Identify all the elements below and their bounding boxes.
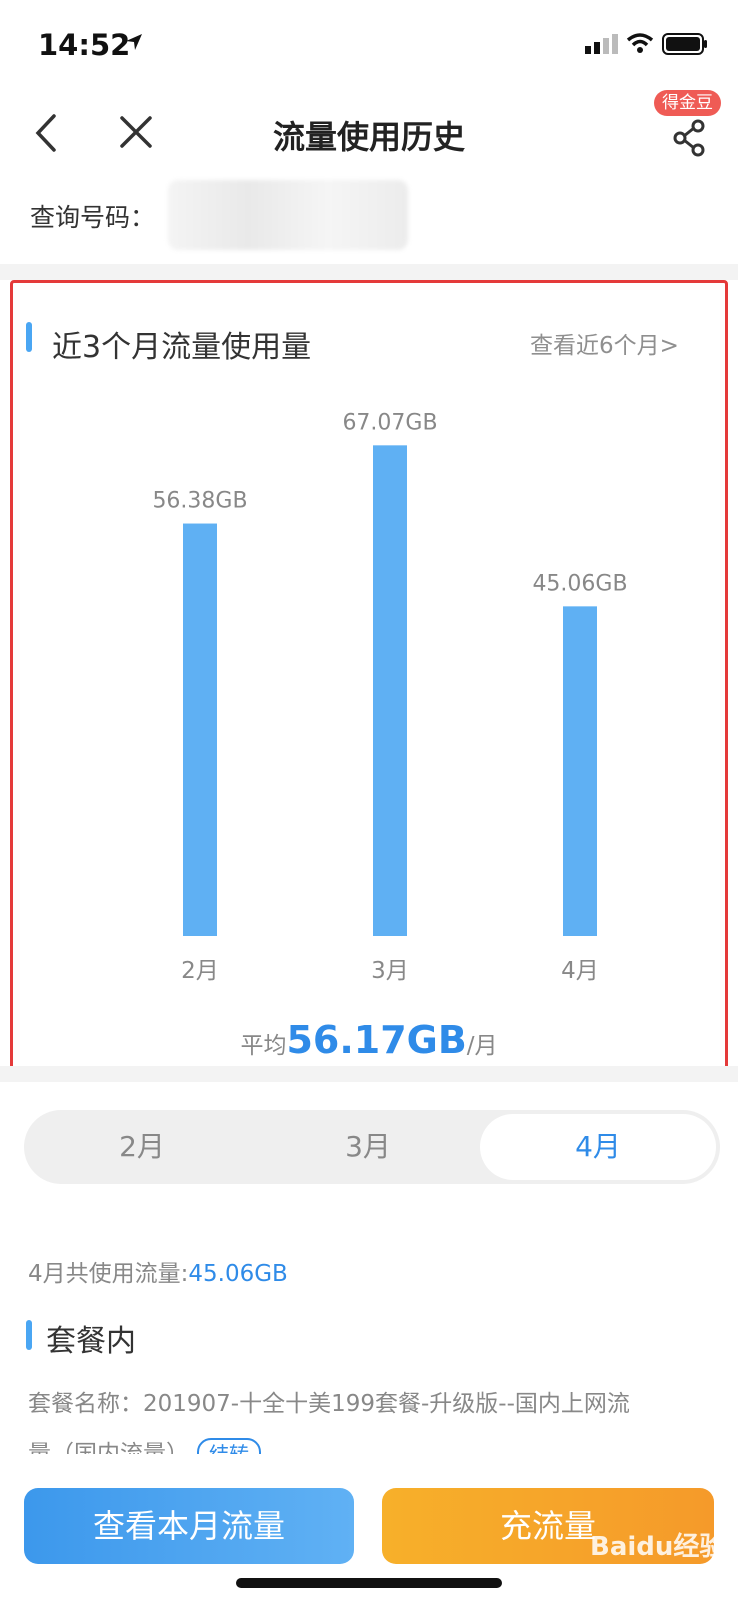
masked-phone-number [168,180,408,250]
page-title: 流量使用历史 [272,118,465,156]
package-name-line2: 量（国内流量） [28,1441,189,1454]
average-suffix: /月 [466,1033,498,1059]
average-value: 56.17GB [286,1018,467,1062]
gold-bean-badge: 得金豆 [654,90,721,116]
cellular-signal-icon [585,34,618,54]
share-icon [673,119,705,157]
battery-icon [662,33,707,55]
tab-feb[interactable]: 2月 [28,1114,256,1180]
package-name: 套餐名称：201907-十全十美199套餐-升级版--国内上网流 [28,1391,630,1417]
query-number-row: 查询号码： [0,180,738,264]
view-6-months-link[interactable]: 查看近6个月> [530,326,679,360]
section-accent-bar [26,1320,32,1350]
package-name-continued: 量（国内流量） 结转 [28,1434,388,1454]
bar-value-label: 56.38GB [152,489,247,514]
average-prefix: 平均 [240,1033,287,1059]
section-accent-bar [26,322,32,352]
share-button[interactable]: 得金豆 [650,90,730,180]
wifi-icon [626,33,654,53]
total-usage-value: 45.06GB [188,1261,288,1287]
x-tick-label: 3月 [371,958,409,984]
usage-bar-chart: 56.38GB 2月 67.07GB 3月 45.06GB 4月 [152,410,627,984]
status-bar: 14:52 [0,0,738,90]
monthly-total-usage: 4月共使用流量:45.06GB [28,1254,288,1288]
rollover-tag: 结转 [197,1438,261,1454]
tab-mar[interactable]: 3月 [254,1114,482,1180]
section-divider [0,1066,738,1082]
bar-1 [183,523,217,936]
x-tick-label: 2月 [181,958,219,984]
bar-3 [563,606,597,936]
query-number-label: 查询号码： [30,203,156,232]
view-current-month-button[interactable]: 查看本月流量 [24,1488,354,1564]
bar-2 [373,445,407,936]
average-usage: 平均56.17GB/月 [0,1018,738,1062]
total-usage-label: 4月共使用流量: [28,1261,189,1287]
bar-value-label: 67.07GB [342,410,437,435]
baidu-watermark: Baidu经验 [590,1532,726,1562]
package-section-title: 套餐内 [46,1324,136,1359]
tab-apr[interactable]: 4月 [480,1114,716,1180]
navigation-bar: 流量使用历史 得金豆 [0,90,738,180]
chart-title: 近3个月流量使用量 [52,330,312,365]
month-switcher: 2月 3月 4月 [24,1110,720,1184]
status-time: 14:52 [38,28,131,62]
bar-value-label: 45.06GB [532,571,627,596]
x-tick-label: 4月 [561,958,599,984]
home-indicator[interactable] [236,1578,502,1588]
location-arrow-icon [126,34,142,50]
section-divider [0,264,738,280]
